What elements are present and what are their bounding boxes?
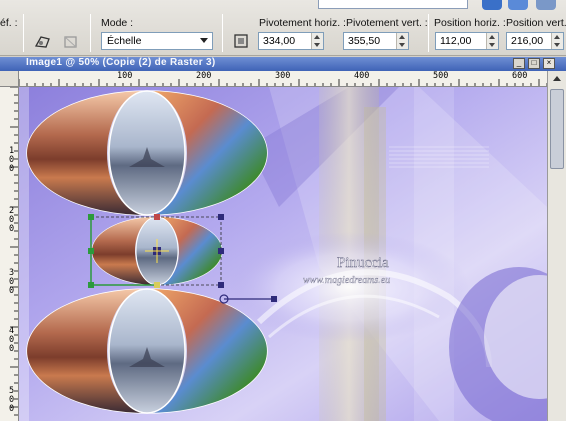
- separator: [428, 14, 429, 52]
- chevron-down-icon: [200, 38, 208, 43]
- ruler-corner: [0, 71, 19, 87]
- image-canvas[interactable]: Pinuccia www.magiedreams.eu: [19, 87, 547, 421]
- presets-label: éf. :: [0, 17, 18, 29]
- pivot-v-stepper[interactable]: [396, 33, 408, 49]
- ruler-h-label: 100: [117, 71, 133, 81]
- watermark-url: www.magiedreams.eu: [303, 275, 390, 286]
- pivot-h-stepper[interactable]: [311, 33, 323, 49]
- pos-v-stepper[interactable]: [551, 33, 563, 49]
- rotate-icon[interactable]: [230, 31, 252, 51]
- scroll-up-icon[interactable]: [553, 76, 561, 81]
- pivot-h-label: Pivotement horiz. :: [259, 17, 346, 29]
- deform-icon[interactable]: [32, 32, 54, 52]
- pivot-v-label: Pivotement vert. :: [346, 17, 428, 29]
- minimize-icon[interactable]: _: [513, 58, 525, 69]
- pos-v-value: 216,00: [511, 35, 544, 47]
- ruler-h-label: 300: [275, 71, 291, 81]
- separator: [90, 14, 91, 52]
- pivot-v-field[interactable]: 355,50: [343, 32, 409, 50]
- tool-options-bar: éf. : Mode : Échelle Pivotement horiz. :…: [0, 0, 566, 56]
- app-button-1[interactable]: [482, 0, 502, 10]
- vertical-ruler: 100 200 300 400 500: [0, 87, 19, 421]
- ruler-v-label: 400: [8, 326, 15, 354]
- document-title: Image1 @ 50% (Copie (2) de Raster 3): [26, 57, 216, 68]
- ruler-v-label: 500: [8, 386, 15, 414]
- ruler-v-label: 200: [8, 206, 15, 234]
- separator: [222, 14, 223, 52]
- horizontal-ruler: 100 200 300 400 500 600 700 800: [19, 71, 547, 87]
- app-button-2[interactable]: [508, 0, 528, 10]
- pivot-h-field[interactable]: 334,00: [258, 32, 324, 50]
- mode-label: Mode :: [101, 17, 134, 29]
- pos-h-value: 112,00: [440, 35, 472, 47]
- ruler-h-label: 200: [196, 71, 212, 81]
- pivot-h-value: 334,00: [263, 35, 296, 47]
- ruler-h-label: 400: [354, 71, 370, 81]
- oval-top: [26, 90, 268, 216]
- watermark-name: Pinuccia: [337, 255, 389, 271]
- pos-v-label: Position vert. :: [506, 17, 566, 29]
- preset-strip[interactable]: [318, 0, 468, 9]
- flip-icon[interactable]: [60, 32, 82, 52]
- scroll-thumb[interactable]: [550, 89, 564, 169]
- pos-h-label: Position horiz. :: [434, 17, 506, 29]
- ruler-v-label: 100: [8, 146, 15, 174]
- ruler-v-label: 300: [8, 268, 15, 296]
- pivot-v-value: 355,50: [348, 35, 381, 47]
- document-title-bar[interactable]: Image1 @ 50% (Copie (2) de Raster 3) _ □…: [0, 57, 566, 71]
- canvas-artwork: Pinuccia www.magiedreams.eu: [19, 87, 547, 421]
- ruler-h-label: 500: [433, 71, 449, 81]
- maximize-icon[interactable]: □: [528, 58, 540, 69]
- close-icon[interactable]: ×: [543, 58, 555, 69]
- oval-bottom: [26, 288, 268, 414]
- mode-dropdown[interactable]: Échelle: [101, 32, 213, 50]
- app-button-3[interactable]: [536, 0, 556, 10]
- ruler-h-label: 600: [512, 71, 528, 81]
- pos-v-field[interactable]: 216,00: [506, 32, 564, 50]
- vertical-scrollbar[interactable]: [547, 71, 566, 421]
- pos-h-stepper[interactable]: [486, 33, 498, 49]
- separator: [23, 14, 24, 52]
- mode-value: Échelle: [107, 35, 142, 47]
- pos-h-field[interactable]: 112,00: [435, 32, 499, 50]
